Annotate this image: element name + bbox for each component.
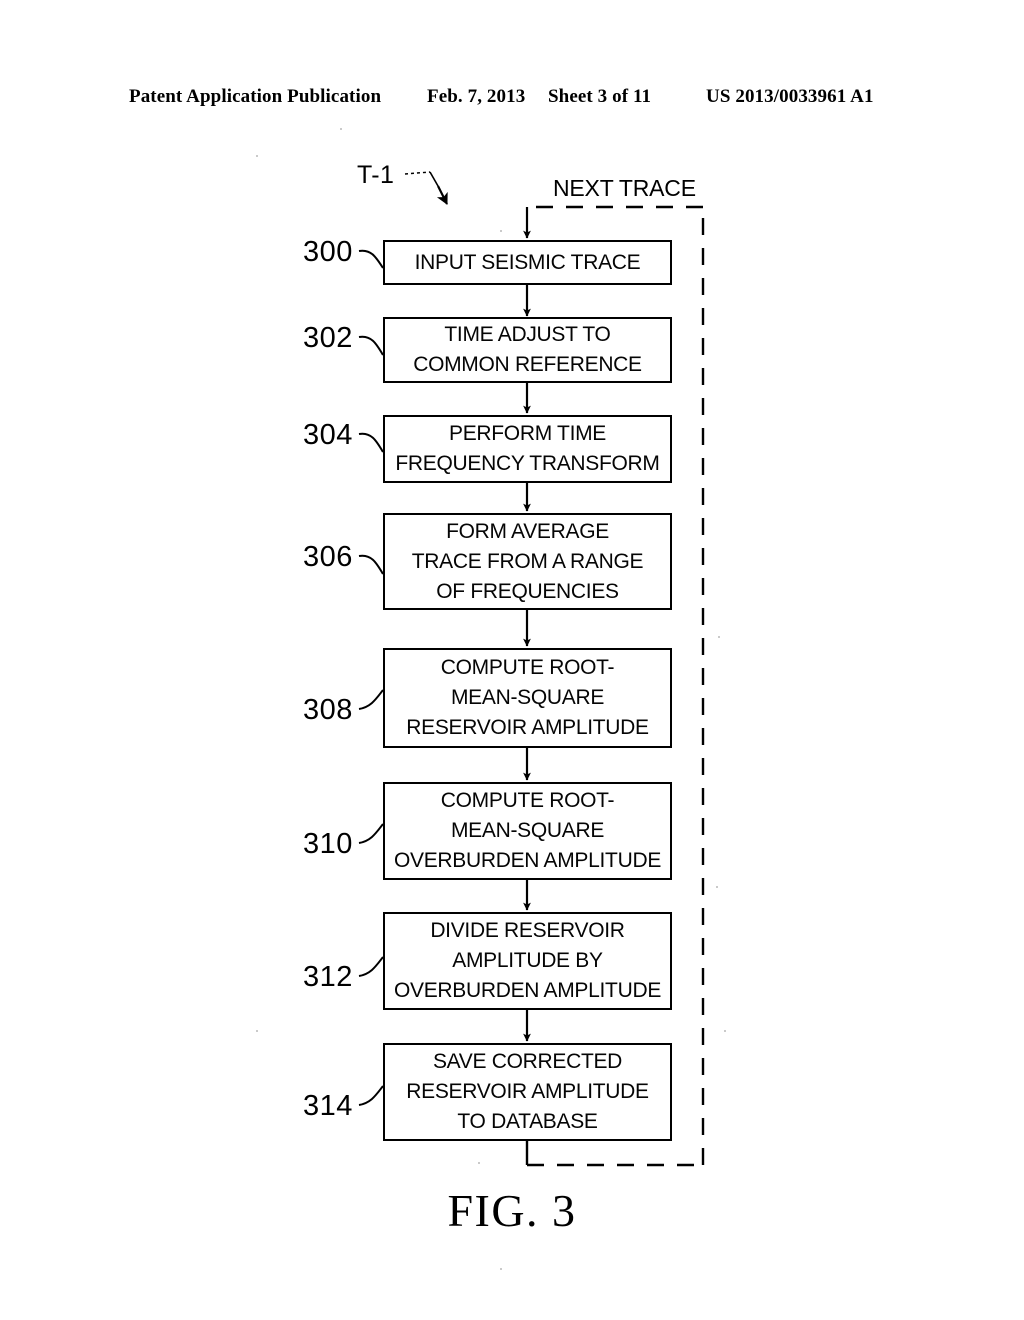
scan-speckle: [256, 1030, 258, 1032]
flow-step-308-label: COMPUTE ROOT- MEAN-SQUARE RESERVOIR AMPL…: [406, 656, 649, 739]
flow-step-308-rms-reservoir-amplitude[interactable]: COMPUTE ROOT- MEAN-SQUARE RESERVOIR AMPL…: [383, 648, 672, 748]
flow-step-304-label: PERFORM TIME FREQUENCY TRANSFORM: [395, 422, 660, 475]
scan-speckle: [724, 1030, 726, 1032]
t1-leader-line: [404, 171, 448, 205]
reference-numeral-312: 312: [303, 961, 353, 993]
scan-speckle: [340, 128, 342, 130]
figure-caption: FIG. 3: [447, 1185, 577, 1236]
reference-leader-lines: [358, 249, 384, 1106]
reference-numeral-306: 306: [303, 541, 353, 573]
reference-numeral-302: 302: [303, 322, 353, 354]
flow-step-302-time-adjust[interactable]: TIME ADJUST TO COMMON REFERENCE: [383, 317, 672, 383]
flow-step-312-divide-amplitudes[interactable]: DIVIDE RESERVOIR AMPLITUDE BY OVERBURDEN…: [383, 912, 672, 1010]
scan-speckle: [256, 155, 258, 157]
reference-numeral-310: 310: [303, 828, 353, 860]
process-label-t1: T-1: [357, 161, 395, 189]
flow-step-306-label: FORM AVERAGE TRACE FROM A RANGE OF FREQU…: [411, 519, 644, 603]
flow-step-300-label: INPUT SEISMIC TRACE: [414, 250, 641, 274]
scan-speckle: [716, 886, 718, 888]
flow-step-300-input-seismic-trace[interactable]: INPUT SEISMIC TRACE: [383, 240, 672, 285]
flow-step-314-label: SAVE CORRECTED RESERVOIR AMPLITUDE TO DA…: [406, 1050, 649, 1133]
figure-3-flowchart: T-1 NEXT TRACE 300 302 304 306 308 310 3…: [0, 0, 1024, 1320]
flow-step-314-save-to-database[interactable]: SAVE CORRECTED RESERVOIR AMPLITUDE TO DA…: [383, 1043, 672, 1141]
flow-step-304-time-frequency-transform[interactable]: PERFORM TIME FREQUENCY TRANSFORM: [383, 415, 672, 483]
flow-step-306-form-average-trace[interactable]: FORM AVERAGE TRACE FROM A RANGE OF FREQU…: [383, 513, 672, 610]
scan-speckle: [718, 636, 720, 638]
scan-speckle: [500, 1268, 502, 1270]
reference-numeral-300: 300: [303, 236, 353, 268]
scan-speckle: [478, 1162, 480, 1164]
reference-numeral-314: 314: [303, 1090, 353, 1122]
reference-numeral-308: 308: [303, 694, 353, 726]
reference-numeral-304: 304: [303, 419, 353, 451]
scan-speckle: [500, 230, 502, 232]
flow-step-312-label: DIVIDE RESERVOIR AMPLITUDE BY OVERBURDEN…: [393, 919, 662, 1002]
flow-step-302-label: TIME ADJUST TO COMMON REFERENCE: [413, 323, 642, 376]
flow-step-310-label: COMPUTE ROOT- MEAN-SQUARE OVERBURDEN AMP…: [393, 789, 662, 872]
loop-label-next-trace: NEXT TRACE: [553, 175, 696, 201]
flow-step-310-rms-overburden-amplitude[interactable]: COMPUTE ROOT- MEAN-SQUARE OVERBURDEN AMP…: [383, 782, 672, 880]
